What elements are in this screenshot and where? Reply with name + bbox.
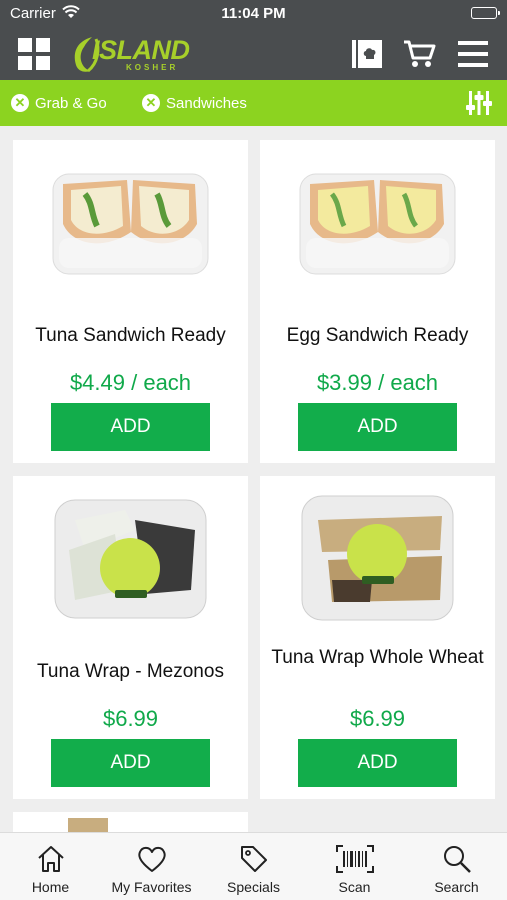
product-card[interactable]: Tuna Wrap Whole Wheat $6.99 ADD xyxy=(260,476,495,799)
wrap-container-photo[interactable] xyxy=(292,490,463,626)
tab-my-favorites[interactable]: My Favorites xyxy=(101,833,202,900)
grid-icon[interactable] xyxy=(18,38,50,70)
sliders-icon[interactable] xyxy=(465,89,493,117)
add-to-cart-button[interactable]: ADD xyxy=(51,403,210,451)
product-grid: Tuna Sandwich Ready $4.49 / each ADD Egg… xyxy=(0,126,507,832)
add-to-cart-button[interactable]: ADD xyxy=(51,739,210,787)
product-photo-partial xyxy=(68,818,108,832)
filter-bar: ✕ Grab & Go ✕ Sandwiches xyxy=(0,80,507,126)
tab-label: My Favorites xyxy=(111,879,192,895)
product-card[interactable]: Egg Sandwich Ready $3.99 / each ADD xyxy=(260,140,495,463)
status-bar: Carrier 11:04 PM xyxy=(0,0,507,28)
wrap-container-photo[interactable] xyxy=(45,490,216,626)
barcode-icon xyxy=(335,843,374,875)
cart-icon[interactable] xyxy=(402,36,438,72)
logo-subtext: KOSHER xyxy=(126,63,179,72)
sandwich-photo[interactable] xyxy=(45,154,216,290)
island-kosher-logo[interactable]: ISLAND KOSHER xyxy=(70,33,210,75)
product-name: Tuna Wrap Whole Wheat xyxy=(271,647,484,668)
filter-chip-sandwiches[interactable]: ✕ Sandwiches xyxy=(142,93,247,113)
product-price: $4.49 / each xyxy=(69,370,192,395)
battery-icon xyxy=(471,7,500,19)
tab-label: Home xyxy=(31,879,70,895)
close-icon[interactable]: ✕ xyxy=(11,94,29,112)
search-icon xyxy=(442,843,472,875)
tab-specials[interactable]: Specials xyxy=(203,833,304,900)
product-card[interactable]: Tuna Sandwich Ready $4.49 / each ADD xyxy=(13,140,248,463)
product-card[interactable] xyxy=(13,812,248,832)
filter-chip-label: Sandwiches xyxy=(166,94,247,112)
sandwich-photo[interactable] xyxy=(292,154,463,290)
close-icon[interactable]: ✕ xyxy=(142,94,160,112)
product-name: Egg Sandwich Ready xyxy=(286,325,469,346)
tab-bar: Home My Favorites Specials Scan Search xyxy=(0,832,507,900)
hamburger-menu-icon[interactable] xyxy=(455,36,491,72)
heart-icon xyxy=(136,843,168,875)
add-to-cart-button[interactable]: ADD xyxy=(298,739,457,787)
tab-label: Search xyxy=(434,879,479,895)
tab-search[interactable]: Search xyxy=(406,833,507,900)
tag-icon xyxy=(239,843,269,875)
logo-text: ISLAND xyxy=(92,35,190,65)
product-price: $6.99 xyxy=(349,706,406,731)
tab-label: Specials xyxy=(227,879,280,895)
nav-bar: ISLAND KOSHER xyxy=(0,28,507,80)
product-price: $3.99 / each xyxy=(316,370,439,395)
product-price: $6.99 xyxy=(102,706,159,731)
tab-home[interactable]: Home xyxy=(0,833,101,900)
filter-chip-label: Grab & Go xyxy=(35,94,107,112)
recipe-book-icon[interactable] xyxy=(349,36,385,72)
product-name: Tuna Wrap - Mezonos xyxy=(37,661,224,682)
product-name: Tuna Sandwich Ready xyxy=(35,325,226,346)
add-to-cart-button[interactable]: ADD xyxy=(298,403,457,451)
app-header: Carrier 11:04 PM ISLAND KOSHER xyxy=(0,0,507,80)
tab-scan[interactable]: Scan xyxy=(304,833,405,900)
product-card[interactable]: Tuna Wrap - Mezonos $6.99 ADD xyxy=(13,476,248,799)
status-time: 11:04 PM xyxy=(221,5,286,22)
tab-label: Scan xyxy=(338,879,371,895)
home-icon xyxy=(36,843,66,875)
filter-chip-grab-go[interactable]: ✕ Grab & Go xyxy=(11,93,107,113)
